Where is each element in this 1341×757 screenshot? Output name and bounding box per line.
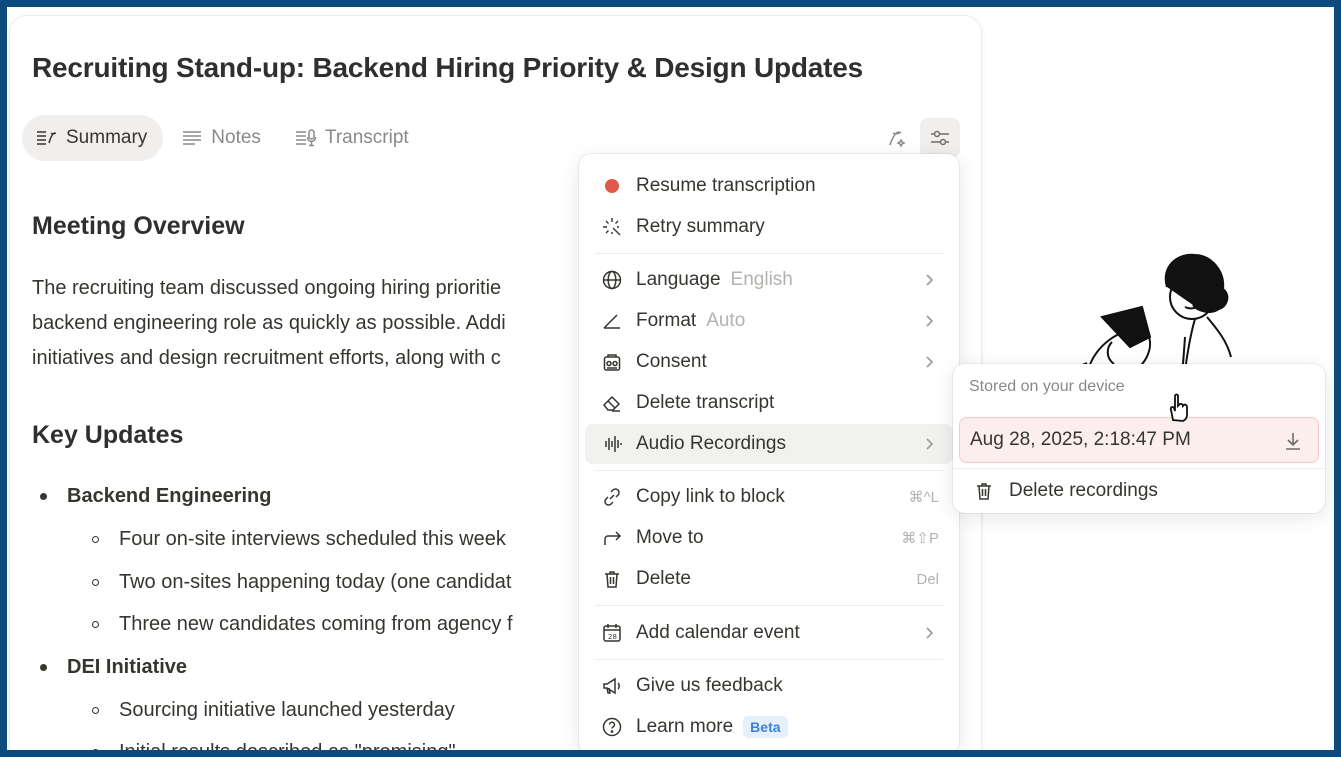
menu-divider (595, 253, 943, 254)
menu-item-move-to[interactable]: Move to ⌘⇧P (585, 518, 953, 558)
megaphone-icon (599, 673, 625, 699)
tab-summary[interactable]: Summary (22, 115, 164, 161)
list-item: Three new candidates coming from agency … (92, 604, 513, 644)
help-icon (599, 714, 625, 740)
trash-icon (599, 566, 625, 592)
beta-badge: Beta (743, 716, 788, 738)
tab-transcript-label: Transcript (324, 127, 409, 148)
chevron-right-icon (926, 274, 934, 286)
summary-icon (37, 131, 57, 145)
shortcut-label: Del (916, 570, 939, 588)
recording-item[interactable]: Aug 28, 2025, 2:18:47 PM (959, 417, 1319, 463)
list-item: Backend Engineering (40, 476, 272, 516)
chevron-right-icon (926, 627, 934, 639)
eraser-icon (599, 390, 625, 416)
app-window: Recruiting Stand-up: Backend Hiring Prio… (7, 7, 1334, 750)
menu-item-language[interactable]: Language English (585, 260, 953, 300)
trash-icon (977, 483, 991, 500)
angle-icon (599, 308, 625, 334)
calendar-icon: 28 (599, 620, 625, 646)
menu-item-delete[interactable]: Delete Del (585, 559, 953, 599)
record-dot-icon (599, 173, 625, 199)
submenu-header: Stored on your device (969, 378, 1125, 395)
hand-pointer-icon (1169, 393, 1188, 422)
menu-item-audio-recordings[interactable]: Audio Recordings (585, 424, 953, 464)
sliders-icon (931, 130, 949, 146)
chevron-right-icon (926, 356, 934, 368)
settings-button[interactable] (920, 118, 960, 158)
globe-icon (599, 267, 625, 293)
list-item: DEI Initiative (40, 647, 187, 687)
audio-recordings-submenu: Stored on your device Aug 28, 2025, 2:18… (953, 364, 1325, 513)
view-tabs: Summary Notes Transcript (22, 115, 425, 161)
menu-item-retry-summary[interactable]: Retry summary (585, 207, 953, 247)
transcript-icon (295, 129, 317, 147)
menu-item-copy-link[interactable]: Copy link to block ⌘^L (585, 477, 953, 517)
updates-heading: Key Updates (32, 421, 184, 449)
svg-text:28: 28 (608, 633, 617, 641)
tab-summary-label: Summary (66, 127, 148, 148)
link-icon (599, 484, 625, 510)
menu-item-consent[interactable]: Consent (585, 342, 953, 382)
menu-item-add-calendar-event[interactable]: 28 Add calendar event (585, 613, 953, 653)
tab-notes[interactable]: Notes (167, 115, 277, 161)
menu-divider (595, 605, 943, 606)
overview-paragraph: The recruiting team discussed ongoing hi… (32, 271, 592, 376)
list-item: Four on-site interviews scheduled this w… (92, 519, 506, 559)
waveform-icon (599, 431, 625, 457)
tab-notes-label: Notes (211, 127, 261, 148)
list-item: Two on-sites happening today (one candid… (92, 562, 512, 602)
recording-label: Aug 28, 2025, 2:18:47 PM (970, 429, 1191, 450)
chevron-right-icon (926, 315, 934, 327)
tab-transcript[interactable]: Transcript (281, 115, 425, 161)
shortcut-label: ⌘^L (908, 489, 939, 506)
overview-line: initiatives and design recruitment effor… (32, 347, 501, 369)
move-arrow-icon (599, 525, 625, 551)
list-item: Initial results described as "promising" (92, 732, 456, 751)
download-icon[interactable] (1282, 430, 1304, 452)
updates-list: Backend Engineering Four on-site intervi… (32, 476, 592, 751)
menu-item-resume-transcription[interactable]: Resume transcription (585, 166, 953, 206)
menu-item-format[interactable]: Format Auto (585, 301, 953, 341)
page-title: Recruiting Stand-up: Backend Hiring Prio… (32, 52, 864, 83)
notes-icon (183, 131, 202, 145)
ai-sparkle-icon (889, 131, 906, 148)
submenu-divider (953, 468, 1325, 469)
list-item: Sourcing initiative launched yesterday (92, 690, 455, 730)
menu-item-learn-more[interactable]: Learn more Beta (585, 707, 953, 747)
menu-item-feedback[interactable]: Give us feedback (585, 666, 953, 706)
options-menu: Resume transcription Retry summary Langu… (579, 154, 959, 750)
overview-heading: Meeting Overview (32, 212, 245, 240)
menu-item-delete-transcript[interactable]: Delete transcript (585, 383, 953, 423)
magic-wand-icon (599, 214, 625, 240)
menu-divider (595, 659, 943, 660)
chevron-right-icon (926, 438, 934, 450)
menu-divider (595, 470, 943, 471)
shortcut-label: ⌘⇧P (901, 530, 939, 547)
consent-icon (599, 349, 625, 375)
overview-line: The recruiting team discussed ongoing hi… (32, 277, 502, 299)
delete-recordings-button[interactable]: Delete recordings (961, 472, 1317, 510)
overview-line: backend engineering role as quickly as p… (32, 312, 506, 334)
ai-summary-button[interactable] (876, 118, 916, 158)
